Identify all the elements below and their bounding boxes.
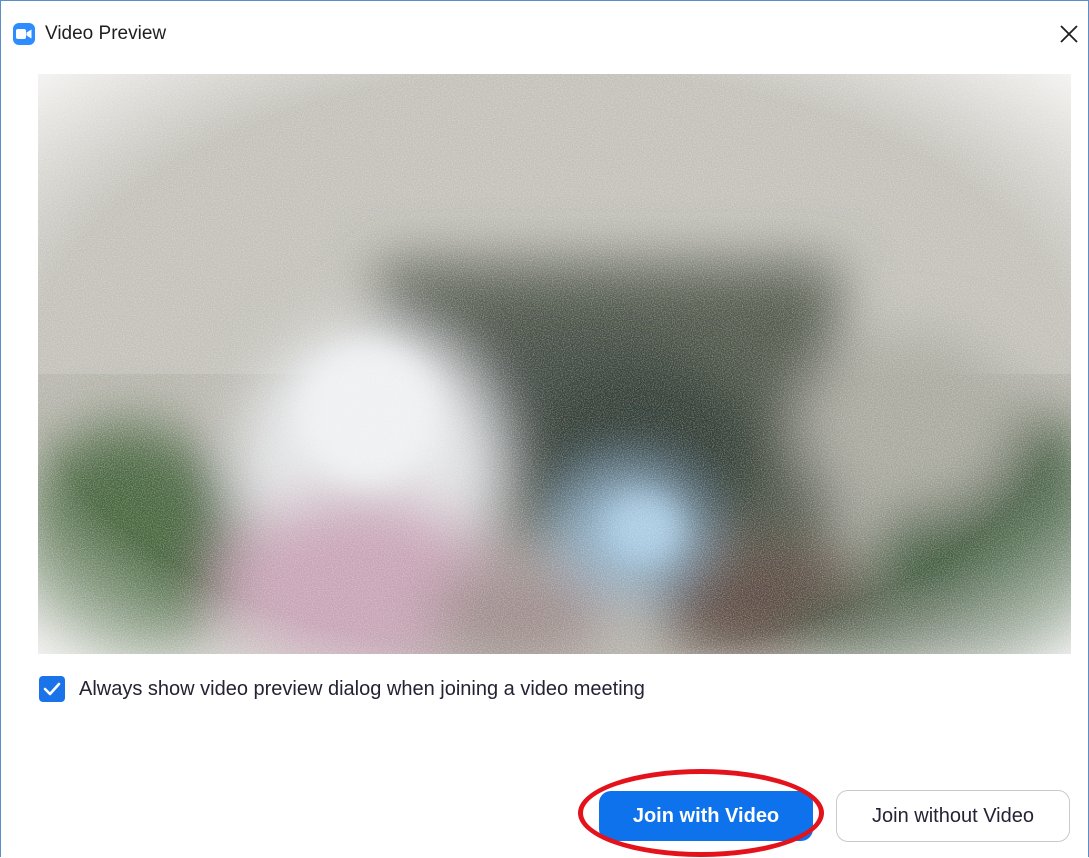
window-title: Video Preview [45, 23, 167, 44]
video-preview-feed [38, 74, 1071, 654]
always-show-preview-checkbox[interactable] [39, 676, 65, 702]
close-button[interactable] [1054, 19, 1084, 49]
always-show-preview-label: Always show video preview dialog when jo… [79, 677, 645, 700]
join-without-video-button[interactable]: Join without Video [836, 790, 1070, 842]
close-icon [1060, 25, 1078, 43]
join-with-video-button[interactable]: Join with Video [599, 791, 813, 841]
checkmark-icon [43, 682, 61, 696]
zoom-camera-icon [13, 23, 35, 45]
title-bar: Video Preview [1, 1, 1088, 63]
always-show-preview-option[interactable]: Always show video preview dialog when jo… [39, 674, 645, 704]
video-preview-dialog: Video Preview Always show video preview … [0, 0, 1089, 857]
